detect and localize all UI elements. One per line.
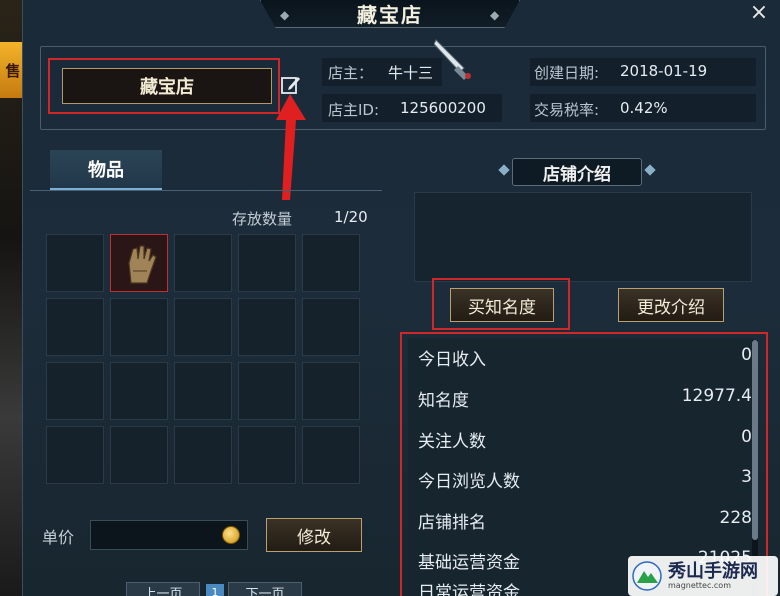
item-slot[interactable] — [174, 362, 232, 420]
item-slot[interactable] — [174, 298, 232, 356]
stat-label: 店铺排名 — [418, 513, 486, 533]
stat-label: 今日浏览人数 — [418, 472, 520, 492]
glove-icon — [128, 245, 157, 284]
sword-cursor-icon — [434, 39, 471, 80]
annotation-arrow — [276, 94, 306, 200]
owner-value: 牛十三 — [388, 64, 434, 82]
stat-value: 12977.4 — [681, 386, 752, 406]
page-number: 1 — [206, 584, 224, 596]
watermark-text: 秀山手游网 — [668, 560, 758, 582]
created-value: 2018-01-19 — [620, 62, 708, 80]
owner-label: 店主： — [328, 64, 374, 82]
stats-scroll-thumb[interactable] — [752, 340, 758, 540]
item-slot[interactable] — [238, 234, 296, 292]
stat-value: 3 — [741, 467, 752, 487]
watermark-sub: magnettec.com — [668, 580, 731, 590]
owner-id-value: 125600200 — [400, 99, 486, 117]
item-slot-glove[interactable] — [110, 234, 168, 292]
item-grid — [46, 234, 360, 484]
stat-value: 0 — [741, 427, 752, 447]
intro-text-box[interactable] — [414, 192, 752, 282]
stat-label: 日常运营资金 — [418, 583, 520, 596]
stat-value: 228 — [719, 508, 752, 528]
item-slot[interactable] — [46, 426, 104, 484]
item-slot[interactable] — [110, 362, 168, 420]
next-page-button[interactable]: 下一页 — [228, 582, 302, 596]
item-slot[interactable] — [110, 298, 168, 356]
stat-label: 基础运营资金 — [418, 553, 520, 573]
watermark: 秀山手游网 magnettec.com — [628, 556, 778, 596]
stat-label: 关注人数 — [418, 432, 486, 452]
item-slot[interactable] — [46, 362, 104, 420]
modify-price-button[interactable]: 修改 — [266, 518, 362, 552]
item-slot[interactable] — [46, 298, 104, 356]
intro-title: 店铺介绍 — [512, 158, 642, 186]
watermark-logo-icon — [632, 561, 662, 591]
item-slot[interactable] — [302, 298, 360, 356]
title-deco-right-icon: ◆ — [490, 8, 500, 22]
item-slot[interactable] — [174, 426, 232, 484]
item-slot[interactable] — [238, 362, 296, 420]
tab-items[interactable]: 物品 — [50, 150, 162, 190]
item-slot[interactable] — [238, 426, 296, 484]
item-slot[interactable] — [302, 234, 360, 292]
item-slot[interactable] — [110, 426, 168, 484]
stat-value: 0 — [741, 345, 752, 365]
close-icon[interactable]: × — [748, 2, 770, 24]
buy-fame-button[interactable]: 买知名度 — [450, 288, 554, 322]
price-label: 单价 — [42, 528, 75, 547]
title-deco-left-icon: ◆ — [280, 8, 290, 22]
owner-id-label: 店主ID: — [328, 101, 380, 119]
window-title: 藏宝店 — [260, 0, 520, 28]
prev-page-button[interactable]: 上一页 — [126, 582, 200, 596]
item-slot[interactable] — [302, 426, 360, 484]
tab-divider — [30, 190, 382, 191]
tax-label: 交易税率: — [534, 101, 600, 119]
created-label: 创建日期: — [534, 64, 600, 82]
item-slot[interactable] — [302, 362, 360, 420]
shop-name-field[interactable]: 藏宝店 — [62, 68, 272, 104]
item-slot[interactable] — [46, 234, 104, 292]
coin-icon — [222, 526, 240, 544]
item-slot[interactable] — [174, 234, 232, 292]
stat-label: 今日收入 — [418, 350, 486, 370]
tax-value: 0.42% — [620, 99, 668, 117]
item-slot[interactable] — [238, 298, 296, 356]
storage-label: 存放数量 — [232, 210, 293, 228]
storage-value: 1/20 — [334, 208, 368, 226]
edit-intro-button[interactable]: 更改介绍 — [618, 288, 724, 322]
stat-label: 知名度 — [418, 391, 469, 411]
